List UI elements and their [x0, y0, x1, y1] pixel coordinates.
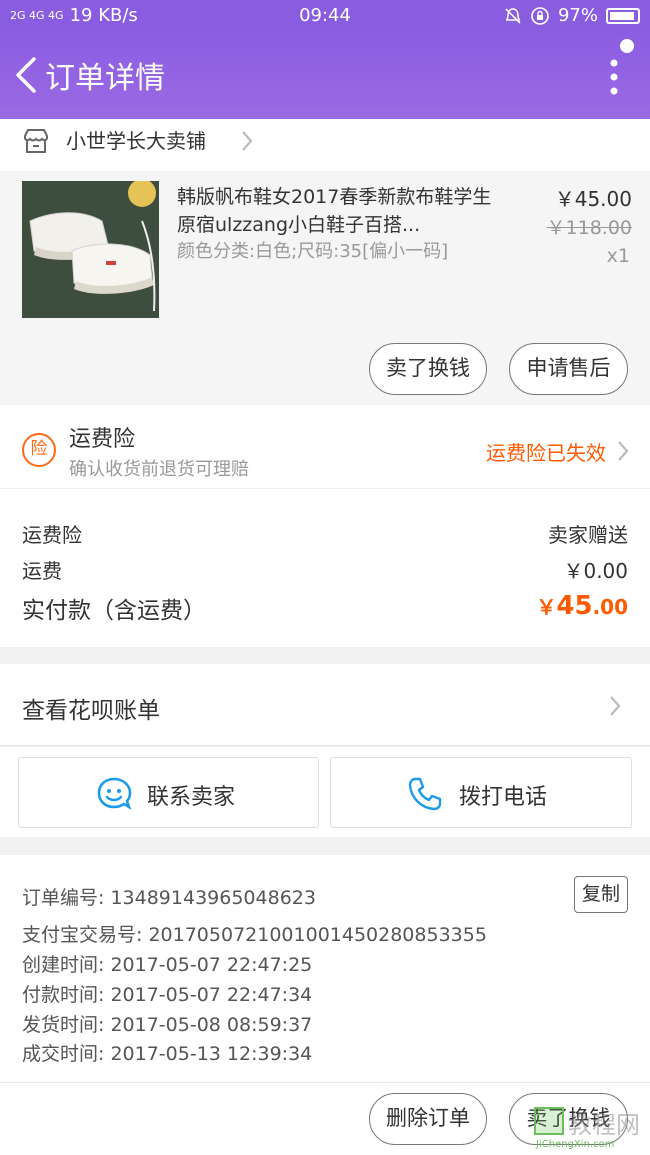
completed-value: 2017-05-13 12:39:34 [110, 1043, 313, 1065]
paid-time: 付款时间: 2017-05-07 22:47:34 [22, 980, 312, 1007]
product-quantity: x1 [606, 245, 630, 267]
after-sale-button[interactable]: 申请售后 [509, 343, 628, 395]
paid-time-value: 2017-05-07 22:47:34 [110, 984, 313, 1006]
insurance-summary-label: 运费险 [22, 523, 82, 547]
insurance-title: 运费险 [69, 427, 136, 452]
back-arrow-icon[interactable] [12, 55, 42, 95]
phone-icon [408, 777, 442, 811]
paid-amount-row: 实付款（含运费） ￥45.00 [22, 591, 628, 625]
watermark-subtext: JiChengXin.com [536, 1139, 615, 1150]
order-item[interactable]: 韩版帆布鞋女2017春季新款布鞋学生原宿ulzzang小白鞋子百搭... 颜色分… [0, 171, 650, 405]
paid-amount-decimal: .00 [592, 595, 628, 619]
status-bar: 2G 4G 4G 19 KB/s 09:44 97% [0, 0, 650, 33]
delete-order-button[interactable]: 删除订单 [369, 1093, 487, 1145]
completed-time: 成交时间: 2017-05-13 12:39:34 [22, 1039, 312, 1066]
chat-bubble-icon [97, 777, 132, 810]
mute-icon [505, 7, 521, 24]
product-sku: 颜色分类:白色;尺码:35[偏小一码] [177, 241, 449, 262]
shipping-insurance-row[interactable]: 险 运费险 确认收货前退货可理赔 运费险已失效 [0, 405, 650, 489]
insurance-summary-value: 卖家赠送 [548, 523, 628, 547]
chevron-right-icon [610, 696, 621, 716]
paid-amount-label: 实付款（含运费） [22, 598, 206, 624]
store-icon [24, 129, 48, 153]
contact-seller-label[interactable]: 联系卖家 [147, 779, 235, 811]
header: 订单详情 [0, 33, 650, 119]
call-phone-label[interactable]: 拨打电话 [459, 779, 547, 811]
shipping-fee-row: 运费 ￥0.00 [22, 555, 628, 584]
insurance-summary-row: 运费险 卖家赠送 [22, 519, 628, 548]
huabei-bill-row[interactable]: 查看花呗账单 [0, 664, 650, 746]
created-value: 2017-05-07 22:47:25 [110, 954, 313, 976]
call-phone-button[interactable]: 拨打电话 [330, 757, 632, 828]
alipay-value: 2017050721001001450280853355 [148, 924, 487, 946]
battery-icon [606, 7, 640, 24]
completed-label: 成交时间: [22, 1043, 111, 1065]
rotation-lock-icon [531, 6, 549, 25]
shipped-time: 发货时间: 2017-05-08 08:59:37 [22, 1010, 312, 1037]
chevron-right-icon [242, 131, 253, 151]
alipay-label: 支付宝交易号: [22, 924, 149, 946]
watermark-text: 教程网 [568, 1111, 640, 1139]
product-title[interactable]: 韩版帆布鞋女2017春季新款布鞋学生原宿ulzzang小白鞋子百搭... [177, 183, 497, 239]
order-number: 订单编号: 13489143965048623 [22, 883, 316, 910]
order-number-value: 13489143965048623 [110, 887, 316, 909]
currency-symbol: ￥ [536, 595, 557, 619]
payment-summary: 运费险 卖家赠送 运费 ￥0.00 实付款（含运费） ￥45.00 [0, 489, 650, 647]
product-price: ￥45.00 [554, 187, 632, 211]
watermark: 教程网 JiChengXin.com [528, 1103, 648, 1153]
created-label: 创建时间: [22, 954, 111, 976]
shop-name[interactable]: 小世学长大卖铺 [66, 125, 206, 154]
copy-button[interactable]: 复制 [574, 876, 628, 913]
shipping-fee-value: ￥0.00 [563, 559, 628, 583]
paid-amount-integer: 45 [556, 591, 593, 621]
shipped-label: 发货时间: [22, 1014, 111, 1036]
chevron-right-icon [618, 441, 629, 461]
order-number-label: 订单编号: [22, 887, 111, 909]
watermark-logo [534, 1107, 564, 1135]
insurance-icon: 险 [22, 433, 56, 467]
order-info: 订单编号: 13489143965048623 复制 支付宝交易号: 20170… [0, 855, 650, 1083]
more-menu-icon[interactable] [608, 59, 620, 95]
battery-percent: 97% [557, 5, 598, 26]
sell-for-cash-button[interactable]: 卖了换钱 [369, 343, 487, 395]
paid-amount-value: ￥45.00 [536, 591, 628, 621]
shipped-value: 2017-05-08 08:59:37 [110, 1014, 313, 1036]
alipay-trade-number: 支付宝交易号: 2017050721001001450280853355 [22, 920, 487, 947]
paid-time-label: 付款时间: [22, 984, 111, 1006]
insurance-status: 运费险已失效 [486, 441, 606, 465]
insurance-subtitle: 确认收货前退货可理赔 [69, 459, 249, 480]
bottom-action-bar: 删除订单 卖了换钱 教程网 JiChengXin.com [0, 1083, 650, 1155]
created-time: 创建时间: 2017-05-07 22:47:25 [22, 950, 312, 977]
shipping-fee-label: 运费 [22, 559, 62, 583]
shop-row[interactable]: 小世学长大卖铺 [0, 119, 650, 171]
contact-seller-button[interactable]: 联系卖家 [18, 757, 319, 828]
contact-bar: 联系卖家 拨打电话 [0, 747, 650, 837]
page-title: 订单详情 [45, 61, 165, 96]
product-original-price: ￥118.00 [546, 217, 632, 239]
huabei-bill-label[interactable]: 查看花呗账单 [22, 691, 160, 725]
notification-dot [620, 39, 634, 53]
product-image[interactable] [22, 181, 159, 318]
